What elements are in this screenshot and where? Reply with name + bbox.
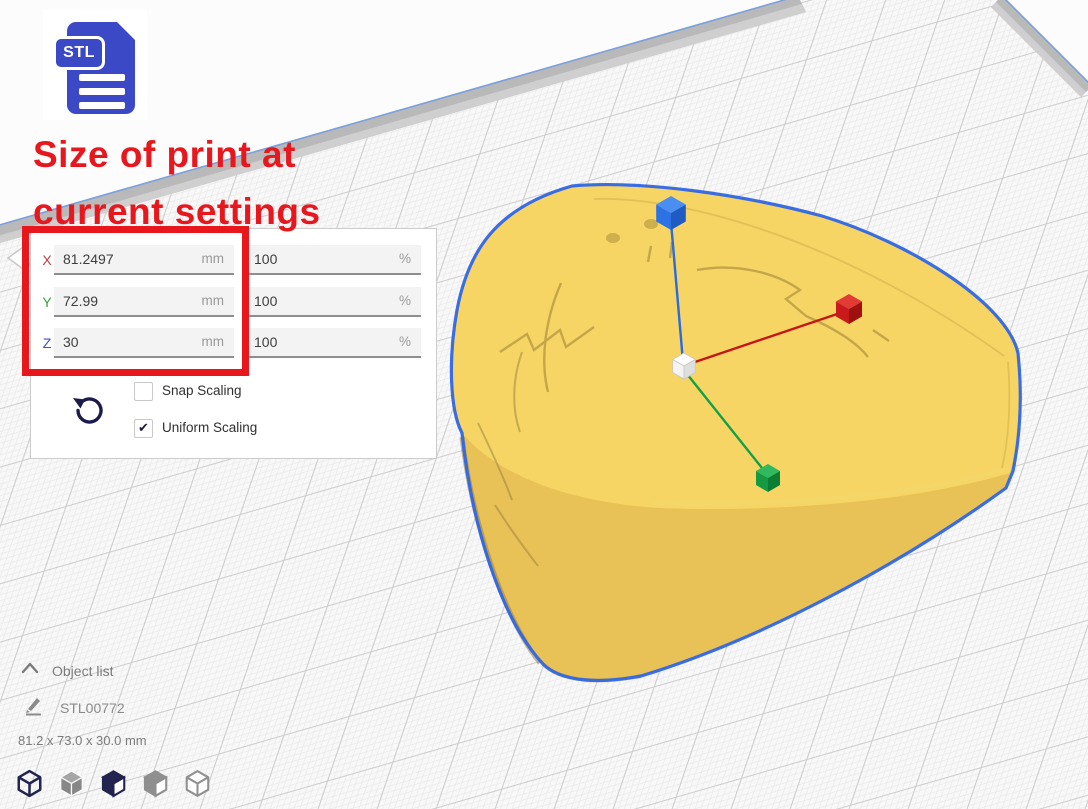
- stl-badge-label: STL: [53, 36, 105, 70]
- uniform-scaling-label: Uniform Scaling: [162, 418, 257, 438]
- cube-left-face-icon: [140, 768, 171, 799]
- scale-row-x: X mm %: [31, 245, 436, 275]
- axis-label-z: Z: [39, 328, 55, 358]
- camera-view-toolbar: [14, 768, 213, 799]
- cura-viewport-window: STL Size of print at current settings X …: [0, 0, 1088, 809]
- view-left-button[interactable]: [140, 768, 171, 799]
- edit-pencil-icon: [24, 696, 44, 716]
- cube-open-front-icon: [98, 768, 129, 799]
- object-list-header[interactable]: Object list: [52, 663, 113, 679]
- uniform-scaling-checkbox[interactable]: ✔: [134, 419, 153, 438]
- snap-scaling-label: Snap Scaling: [162, 381, 242, 401]
- snap-scaling-checkbox[interactable]: [134, 382, 153, 401]
- y-size-input[interactable]: [54, 287, 234, 317]
- object-list-item[interactable]: STL00772: [60, 700, 125, 716]
- scale-row-y: Y mm %: [31, 287, 436, 317]
- x-size-input[interactable]: [54, 245, 234, 275]
- y-percent-input[interactable]: [245, 287, 421, 317]
- view-top-button[interactable]: [98, 768, 129, 799]
- view-3d-button[interactable]: [14, 768, 45, 799]
- view-right-button[interactable]: [182, 768, 213, 799]
- object-dimensions: 81.2 x 73.0 x 30.0 mm: [18, 733, 147, 748]
- cube-solid-icon: [56, 768, 87, 799]
- reset-scale-button[interactable]: [71, 392, 105, 426]
- reset-rotate-ccw-icon: [71, 392, 105, 426]
- axis-label-y: Y: [39, 287, 55, 317]
- chevron-up-icon: [20, 660, 40, 676]
- z-percent-input[interactable]: [245, 328, 421, 358]
- view-front-button[interactable]: [56, 768, 87, 799]
- axis-label-x: X: [39, 245, 55, 275]
- object-list-collapse-button[interactable]: [20, 660, 40, 676]
- scale-row-z: Z mm %: [31, 328, 436, 358]
- annotation-line1: Size of print at: [33, 126, 321, 183]
- checkmark-icon: ✔: [138, 420, 149, 435]
- panel-pointer-notch: [5, 244, 27, 274]
- z-size-input[interactable]: [54, 328, 234, 358]
- cube-wireframe-icon: [14, 768, 45, 799]
- x-percent-input[interactable]: [245, 245, 421, 275]
- annotation-line2: current settings: [33, 183, 321, 240]
- annotation-heading: Size of print at current settings: [33, 126, 321, 240]
- stl-file-icon: STL: [43, 10, 147, 120]
- cube-outline-icon: [182, 768, 213, 799]
- scale-tool-panel: X mm % Y mm % Z mm: [30, 228, 437, 459]
